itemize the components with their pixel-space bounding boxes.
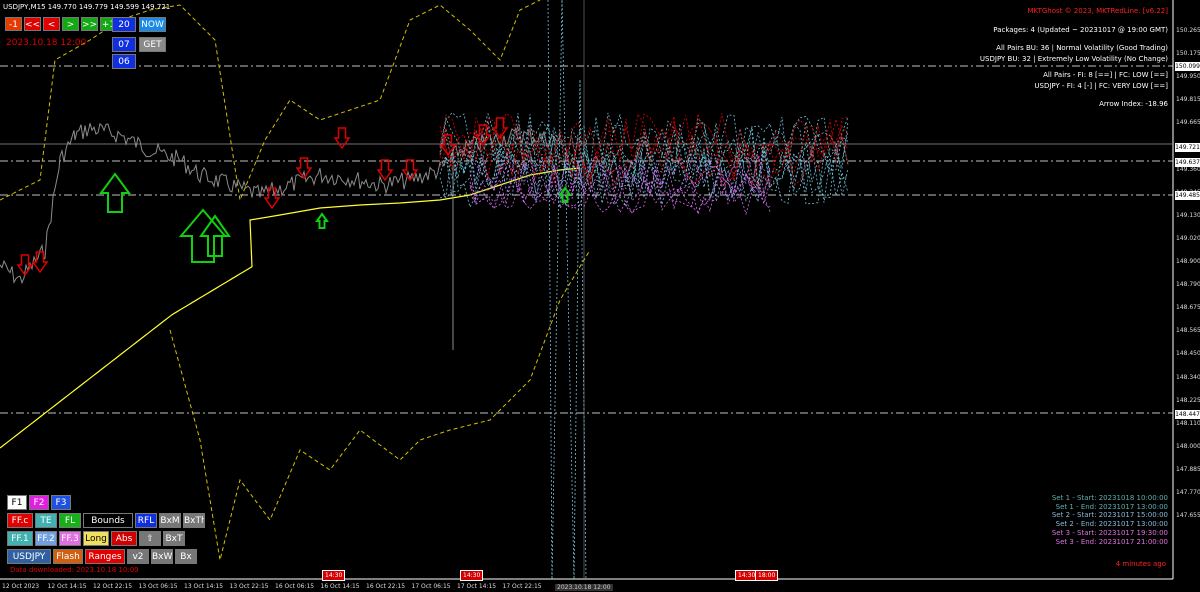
panel-button-fl-12[interactable]: FL (59, 513, 81, 528)
panel-button-f2-01[interactable]: F2 (29, 495, 49, 510)
panel-button-bx-35[interactable]: Bx (175, 549, 197, 564)
panel-button-v2-33[interactable]: v2 (127, 549, 149, 564)
price-tick: 150.265 (1176, 27, 1200, 34)
time-label: 13 Oct 14:15 (184, 583, 224, 590)
time-button-06[interactable]: 06 (112, 54, 136, 69)
time-label: 16 Oct 22:15 (366, 583, 406, 590)
time-label: 12 Oct 14:15 (47, 583, 87, 590)
panel-button-ff3-22[interactable]: FF.3 (59, 531, 81, 546)
price-tick: 147.885 (1176, 465, 1200, 473)
price-tick: 147.770 (1176, 489, 1200, 496)
panel-button-bxth-16[interactable]: BxTh (183, 513, 205, 528)
price-tick: 150.175 (1176, 50, 1200, 58)
time-button-07[interactable]: 07 (112, 37, 136, 52)
info-line-1: All Pairs BU: 36 | Normal Volatility (Go… (996, 44, 1168, 52)
time-label: 13 Oct 22:15 (229, 583, 269, 590)
panel-button-ff1-20[interactable]: FF.1 (7, 531, 33, 546)
time-tag: 14:30 (460, 570, 484, 581)
time-label: 12 Oct 2023 (2, 583, 40, 590)
price-tick: 148.675 (1176, 304, 1200, 312)
price-tick: 148.450 (1176, 350, 1200, 358)
price-tick: 148.900 (1176, 258, 1200, 265)
price-chart[interactable] (0, 0, 1200, 592)
panel-button-bounds-13[interactable]: Bounds (83, 513, 133, 528)
data-downloaded-label: Data downloaded: 2023.10.18 10:09 (10, 566, 139, 574)
indicator-header: MKTGhost © 2023, MKTRedLine. [v6.22] (1027, 7, 1168, 15)
current-date-label: 2023.10.18 12:00 (6, 38, 87, 48)
time-tag: 14:30 (322, 570, 346, 581)
time-label: 16 Oct 06:15 (275, 583, 315, 590)
price-box: 149.721 (1175, 143, 1200, 152)
price-tick: 148.110 (1176, 419, 1200, 427)
price-tick: 149.950 (1176, 73, 1200, 81)
info-line-2: USDJPY BU: 32 | Extremely Low Volatility… (979, 55, 1168, 63)
set-line-1: Set 1 - End: 20231017 13:00:00 (1055, 502, 1168, 511)
price-box: 148.447 (1175, 410, 1200, 419)
set-line-5: Set 3 - End: 20231017 21:00:00 (1055, 537, 1168, 546)
panel-button-rfl-14[interactable]: RFL (135, 513, 157, 528)
time-button-get[interactable]: GET (139, 37, 166, 52)
set-line-3: Set 2 - End: 20231017 13:00:00 (1055, 520, 1168, 529)
price-tick: 148.790 (1176, 281, 1200, 289)
info-line-4: USDJPY - FI: 4 [-] | FC: VERY LOW [==] (1034, 82, 1168, 90)
panel-button-bxw-34[interactable]: BxW (151, 549, 173, 564)
nav-button-1[interactable]: << (24, 17, 41, 31)
panel-button--25[interactable]: ⇧ (139, 531, 161, 546)
panel-button-ranges-32[interactable]: Ranges (85, 549, 125, 564)
price-tick: 148.565 (1176, 327, 1200, 335)
chart-title: USDJPY,M15 149.770 149.779 149.599 149.7… (3, 3, 171, 11)
panel-button-bxm-15[interactable]: BxM (159, 513, 181, 528)
time-label: 17 Oct 06:15 (411, 583, 451, 590)
price-tick: 149.130 (1176, 211, 1200, 219)
time-label: 17 Oct 22:15 (502, 583, 542, 590)
set-line-0: Set 1 - Start: 20231018 10:00:00 (1051, 494, 1168, 502)
panel-button-ffc-10[interactable]: FF.c (7, 513, 33, 528)
price-tick: 147.655 (1176, 512, 1200, 520)
set-line-2: Set 2 - Start: 20231017 15:00:00 (1051, 511, 1168, 520)
set-line-4: Set 3 - Start: 20231017 19:30:00 (1051, 528, 1168, 537)
price-tick: 148.340 (1176, 373, 1200, 381)
panel-button-abs-24[interactable]: Abs (111, 531, 137, 546)
price-tick: 148.000 (1176, 442, 1200, 450)
time-label: 17 Oct 14:15 (457, 583, 497, 590)
price-box: 150.099 (1175, 62, 1200, 71)
panel-button-f3-02[interactable]: F3 (51, 495, 71, 510)
price-box: 149.485 (1175, 191, 1200, 200)
info-line-0: Packages: 4 (Updated ~ 20231017 @ 19:00 … (993, 26, 1168, 34)
time-label: 16 Oct 14:15 (320, 583, 360, 590)
nav-button-4[interactable]: >> (81, 17, 98, 31)
time-label: 13 Oct 06:15 (138, 583, 178, 590)
time-button-now[interactable]: NOW (139, 17, 166, 32)
time-tag: 18:00 (755, 570, 779, 581)
panel-button-f1-00[interactable]: F1 (7, 495, 27, 510)
time-label: 12 Oct 22:15 (93, 583, 133, 590)
panel-button-flash-31[interactable]: Flash (53, 549, 83, 564)
panel-button-usdjpy-30[interactable]: USDJPY (7, 549, 51, 564)
price-box: 149.637 (1175, 158, 1200, 167)
price-tick: 149.665 (1176, 119, 1200, 127)
panel-button-bxt-26[interactable]: BxT (163, 531, 185, 546)
nav-button-2[interactable]: < (43, 17, 60, 31)
price-tick: 148.225 (1176, 396, 1200, 404)
info-line-3: All Pairs - FI: 8 [==] | FC: LOW [==] (1043, 71, 1168, 79)
panel-button-te-11[interactable]: TE (35, 513, 57, 528)
updated-ago-label: 4 minutes ago (1115, 560, 1166, 568)
panel-button-ff2-21[interactable]: FF.2 (35, 531, 57, 546)
nav-button-0[interactable]: -1 (5, 17, 22, 31)
panel-button-long-23[interactable]: Long (83, 531, 109, 546)
price-tick: 149.020 (1176, 234, 1200, 242)
info-line-5: Arrow Index: -18.96 (1099, 100, 1168, 108)
nav-button-3[interactable]: > (62, 17, 79, 31)
time-button-20[interactable]: 20 (112, 17, 136, 32)
cursor-time-label: 2023.10.18 12:00 (555, 584, 613, 591)
price-tick: 149.815 (1176, 96, 1200, 104)
